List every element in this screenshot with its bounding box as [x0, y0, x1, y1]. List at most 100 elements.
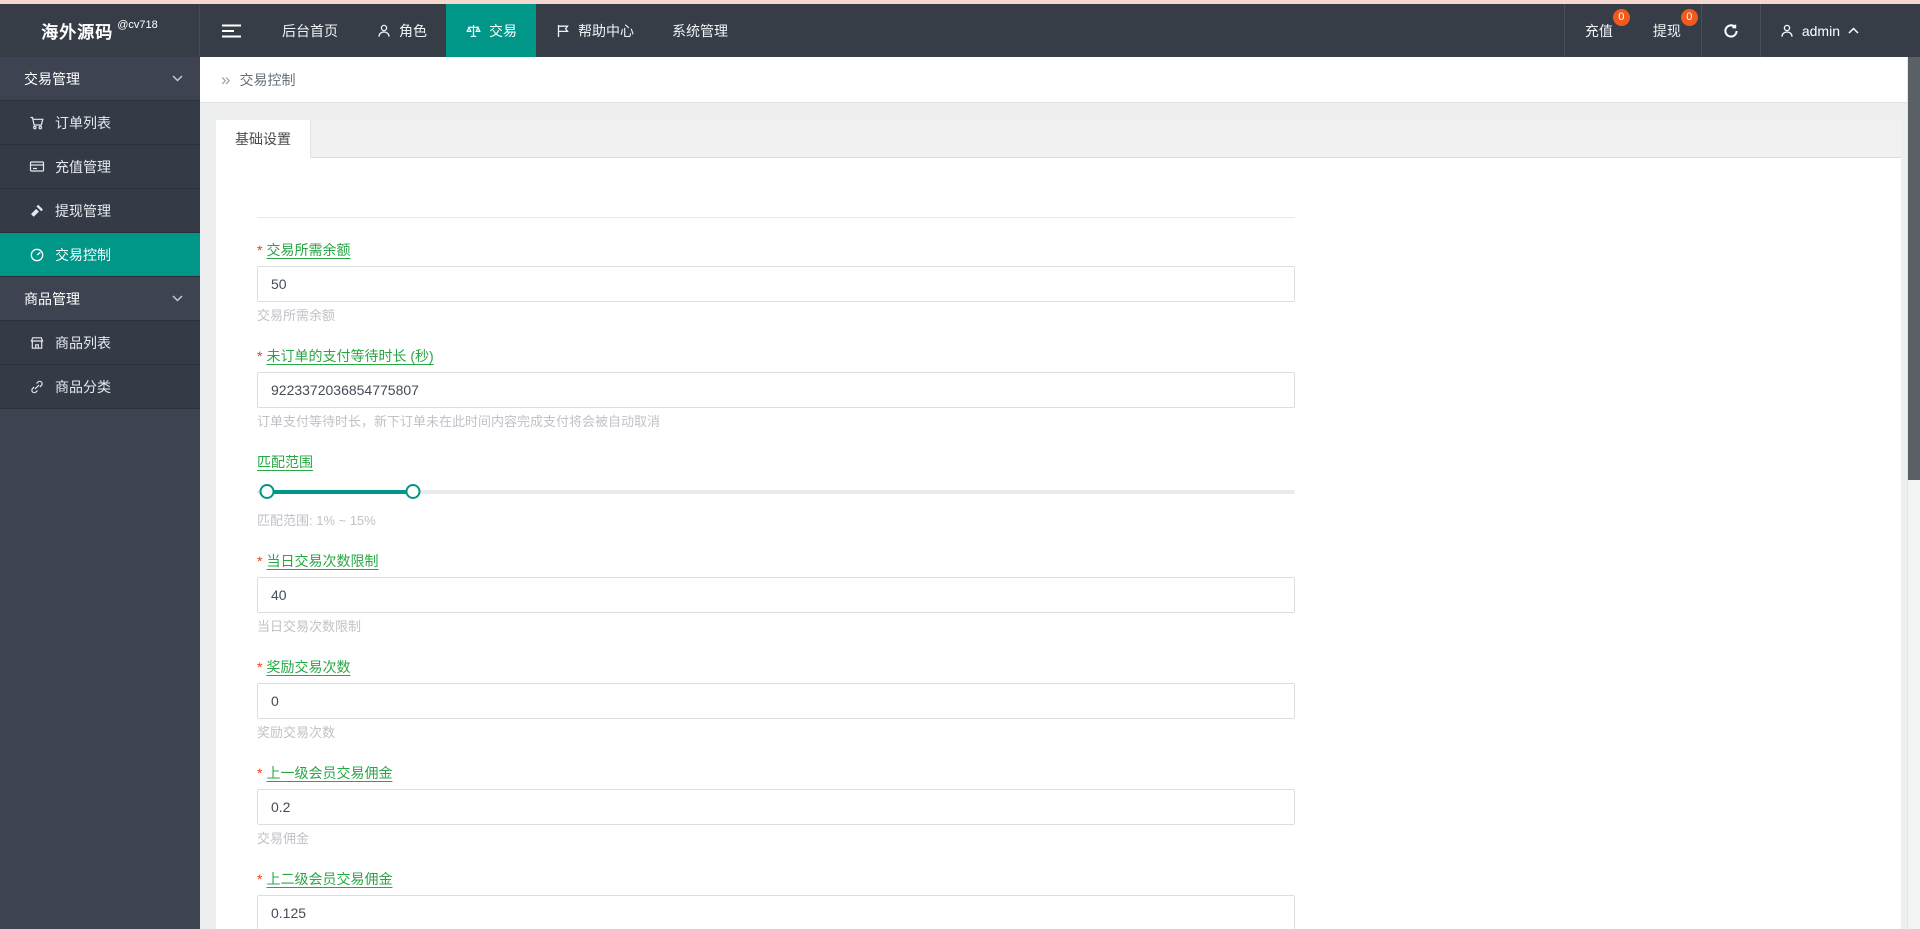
sidebar-item-product-list[interactable]: 商品列表	[0, 321, 200, 365]
field-label: * 上一级会员交易佣金	[257, 765, 393, 781]
person-icon	[376, 23, 392, 39]
tab-label: 基础设置	[235, 130, 291, 147]
nav-item-dashboard[interactable]: 后台首页	[263, 4, 357, 57]
nav-label: 帮助中心	[578, 22, 634, 39]
field-helper: 交易所需余额	[257, 308, 336, 323]
nav-label: 角色	[399, 22, 427, 39]
gauge-icon	[28, 247, 45, 263]
app-logo: 海外源码 @cv718	[0, 4, 200, 57]
field-label: 匹配范围	[257, 454, 313, 470]
recharge-badge: 0	[1612, 9, 1630, 26]
chevron-up-icon	[1847, 26, 1860, 35]
tab-basic-settings[interactable]: 基础设置	[216, 120, 311, 158]
gavel-icon	[28, 203, 45, 219]
chevron-down-icon	[171, 74, 184, 83]
main-content: » 交易控制 基础设置 *交易所需余额 交易所需余额 *未订单的支付等待时长 (…	[200, 57, 1920, 929]
level1-commission-input[interactable]	[257, 789, 1295, 825]
scales-icon	[465, 23, 482, 39]
field-level2-commission: *上二级会员交易佣金 交易佣金	[257, 870, 1295, 929]
card-icon	[28, 159, 45, 175]
refresh-button[interactable]	[1702, 4, 1760, 57]
top-pink-strip	[0, 0, 1920, 4]
sidebar-item-order-list[interactable]: 订单列表	[0, 101, 200, 145]
app-logo-suffix: @cv718	[117, 18, 158, 31]
required-asterisk: *	[257, 659, 263, 675]
sidebar-item-product-category[interactable]: 商品分类	[0, 365, 200, 409]
sidebar-item-label: 充值管理	[55, 158, 111, 175]
refresh-icon	[1722, 22, 1740, 40]
slider-handle-high[interactable]	[405, 484, 421, 499]
field-label: * 上二级会员交易佣金	[257, 871, 393, 887]
breadcrumb: » 交易控制	[200, 57, 1920, 103]
match-range-slider	[257, 477, 1295, 507]
field-label: * 交易所需余额	[257, 242, 351, 258]
field-label: * 当日交易次数限制	[257, 553, 379, 569]
recharge-button[interactable]: 充值 0	[1565, 4, 1633, 57]
page-scrollbar[interactable]	[1907, 57, 1920, 929]
topbar-right: 充值 0 提现 0 admin	[1563, 4, 1878, 57]
sidebar-toggle-button[interactable]	[200, 4, 263, 57]
sidebar-item-label: 商品分类	[55, 378, 111, 395]
withdraw-button[interactable]: 提现 0	[1633, 4, 1701, 57]
chevron-down-icon	[171, 294, 184, 303]
reward-trade-count-input[interactable]	[257, 683, 1295, 719]
nav-item-system[interactable]: 系统管理	[653, 4, 747, 57]
field-level1-commission: *上一级会员交易佣金 交易佣金	[257, 764, 1295, 847]
required-asterisk: *	[257, 765, 263, 781]
sidebar-item-label: 订单列表	[55, 114, 111, 131]
daily-trade-limit-input[interactable]	[257, 577, 1295, 613]
field-helper: 交易佣金	[257, 831, 310, 846]
nav-label: 交易	[489, 22, 517, 39]
level2-commission-input[interactable]	[257, 895, 1295, 929]
sidebar-item-withdraw-management[interactable]: 提现管理	[0, 189, 200, 233]
sidebar-item-trade-control[interactable]: 交易控制	[0, 233, 200, 277]
field-helper: 奖励交易次数	[257, 725, 336, 740]
scrollbar-thumb[interactable]	[1908, 57, 1920, 480]
user-name: admin	[1801, 22, 1840, 39]
field-helper: 匹配范围: 1% ~ 15%	[257, 513, 376, 528]
sidebar-group-label: 交易管理	[24, 70, 80, 87]
slider-handle-low[interactable]	[259, 484, 275, 499]
sidebar-group-product-management[interactable]: 商品管理	[0, 277, 200, 321]
sidebar-group-trade-management[interactable]: 交易管理	[0, 57, 200, 101]
field-label: * 奖励交易次数	[257, 659, 351, 675]
settings-form: *交易所需余额 交易所需余额 *未订单的支付等待时长 (秒) 订单支付等待时长，…	[216, 217, 1901, 929]
required-balance-input[interactable]	[257, 266, 1295, 302]
required-asterisk: *	[257, 553, 263, 569]
app-logo-text: 海外源码	[41, 23, 114, 42]
required-asterisk: *	[257, 348, 263, 364]
settings-card: 基础设置 *交易所需余额 交易所需余额 *未订单的支付等待时长 (秒) 订单支付…	[216, 120, 1901, 929]
double-chevron-right-icon: »	[221, 70, 231, 89]
sidebar-item-label: 提现管理	[55, 202, 111, 219]
field-daily-trade-limit: *当日交易次数限制 当日交易次数限制	[257, 552, 1295, 635]
sidebar: 交易管理 订单列表 充值管理 提现管理 交易控制 商品管理 商品列表 商品分类	[0, 57, 200, 929]
field-match-range: 匹配范围 匹配范围: 1% ~ 15%	[257, 453, 1295, 529]
field-label: * 未订单的支付等待时长 (秒)	[257, 348, 434, 364]
field-helper: 订单支付等待时长，新下订单未在此时间内容完成支付将会被自动取消	[257, 414, 661, 429]
tab-bar: 基础设置	[216, 120, 1901, 158]
user-menu[interactable]: admin	[1761, 4, 1878, 57]
slider-fill	[267, 490, 413, 494]
sidebar-group-label: 商品管理	[24, 290, 80, 307]
hamburger-icon	[222, 23, 241, 39]
topbar: 海外源码 @cv718 后台首页 角色 交易 帮助中心 系统管理 充值 0 提现…	[0, 4, 1920, 57]
withdraw-badge: 0	[1680, 9, 1698, 26]
nav-item-roles[interactable]: 角色	[357, 4, 446, 57]
nav-item-trade[interactable]: 交易	[446, 4, 536, 57]
divider	[257, 217, 1295, 218]
withdraw-label: 提现	[1652, 22, 1681, 39]
shop-icon	[28, 335, 45, 351]
nav-label: 系统管理	[672, 22, 728, 39]
nav-item-help-center[interactable]: 帮助中心	[536, 4, 653, 57]
pay-wait-time-input[interactable]	[257, 372, 1295, 408]
field-helper: 当日交易次数限制	[257, 619, 362, 634]
link-icon	[28, 379, 45, 395]
breadcrumb-title: 交易控制	[239, 71, 296, 88]
sidebar-item-label: 交易控制	[55, 246, 111, 263]
required-asterisk: *	[257, 871, 263, 887]
sidebar-item-label: 商品列表	[55, 334, 111, 351]
sidebar-item-recharge-management[interactable]: 充值管理	[0, 145, 200, 189]
person-icon	[1779, 23, 1795, 39]
recharge-label: 充值	[1584, 22, 1613, 39]
required-asterisk: *	[257, 242, 263, 258]
